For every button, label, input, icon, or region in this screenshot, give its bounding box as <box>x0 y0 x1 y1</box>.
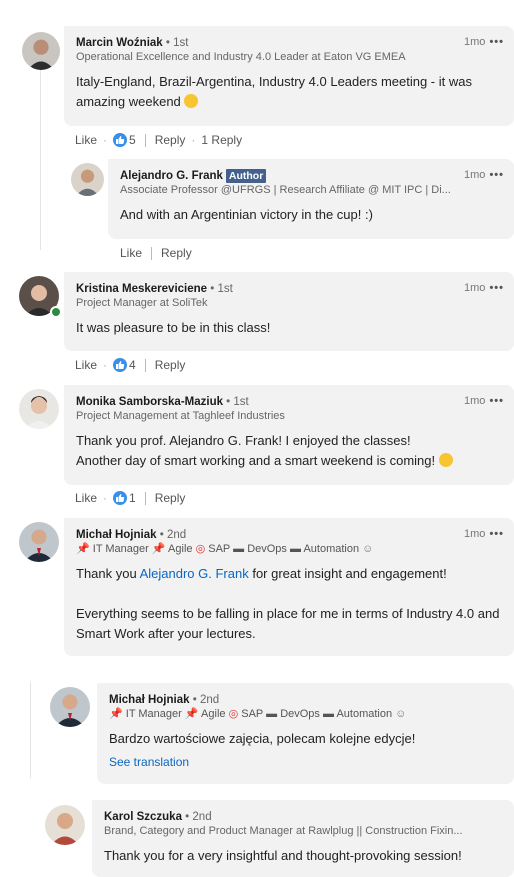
comment-time: 1mo ••• <box>464 528 504 540</box>
laptop-icon: ▬ <box>323 708 334 720</box>
avatar[interactable] <box>22 32 60 70</box>
like-button[interactable]: Like <box>120 246 142 260</box>
target-icon: ◎ <box>228 708 239 720</box>
pushpin-icon: 📌 <box>109 708 123 720</box>
comment-bubble: Alejandro G. Frank Author Associate Profe… <box>108 159 514 239</box>
commenter-headline: Project Management at Taghleef Industrie… <box>76 410 285 422</box>
like-reaction-icon <box>113 133 128 147</box>
comment-text: Thank you Alejandro G. Frank for great i… <box>76 566 500 641</box>
reaction-count[interactable]: 1 <box>113 491 136 505</box>
comment-text: Thank you prof. Alejandro G. Frank! I en… <box>76 431 502 471</box>
reply-button[interactable]: Reply <box>155 358 186 372</box>
commenter-name[interactable]: Michał Hojniak • 2nd <box>109 693 502 707</box>
commenter-name[interactable]: Monika Samborska-Maziuk • 1st <box>76 395 502 409</box>
like-button[interactable]: Like <box>75 491 97 505</box>
replies-count-link[interactable]: 1 Reply <box>201 133 242 147</box>
laptop-icon: ▬ <box>233 543 245 555</box>
target-icon: ◎ <box>195 543 206 555</box>
robot-icon: ☺ <box>362 543 374 555</box>
comment-time: 1mo ••• <box>464 282 504 294</box>
commenter-name[interactable]: Kristina Meskereviciene • 1st <box>76 282 502 296</box>
comment-bubble: Michał Hojniak • 2nd 📌 IT Manager 📌 Agil… <box>64 518 514 656</box>
comment-actions: Like · 5 Reply · 1 Reply <box>75 133 243 147</box>
comment-bubble: Marcin Woźniak • 1st Operational Excelle… <box>64 26 514 126</box>
comment-actions: Like Reply <box>120 246 192 260</box>
commenter-headline: 📌 IT Manager 📌 Agile ◎ SAP ▬ DevOps ▬ Au… <box>76 543 374 555</box>
see-translation-link[interactable]: See translation <box>109 755 502 769</box>
commenter-name[interactable]: Marcin Woźniak • 1st <box>76 36 502 50</box>
reply-button[interactable]: Reply <box>155 491 186 505</box>
comment-text: Thank you for a very insightful and thou… <box>104 848 462 863</box>
commenter-headline: Project Manager at SoliTek <box>76 297 208 309</box>
grin-emoji-icon <box>438 453 453 467</box>
comment-time: 1mo ••• <box>464 169 504 181</box>
avatar[interactable] <box>71 163 104 196</box>
comment-text: It was pleasure to be in this class! <box>76 320 271 335</box>
commenter-headline: 📌 IT Manager 📌 Agile ◎ SAP ▬ DevOps ▬ Au… <box>109 708 407 720</box>
like-button[interactable]: Like <box>75 133 97 147</box>
comment-time: 1mo ••• <box>464 395 504 407</box>
reply-button[interactable]: Reply <box>161 246 192 260</box>
commenter-name[interactable]: Karol Szczuka • 2nd <box>104 810 502 824</box>
online-status-icon <box>50 306 62 318</box>
smile-emoji-icon <box>184 94 199 108</box>
comment-bubble: Michał Hojniak • 2nd 📌 IT Manager 📌 Agil… <box>97 683 514 784</box>
comment-text: Italy-England, Brazil-Argentina, Industr… <box>76 74 472 109</box>
commenter-headline: Associate Professor @UFRGS | Research Af… <box>120 184 451 196</box>
comment-actions: Like · 4 Reply <box>75 358 186 372</box>
like-button[interactable]: Like <box>75 358 97 372</box>
laptop-icon: ▬ <box>266 708 278 720</box>
ellipsis-icon[interactable]: ••• <box>489 169 504 181</box>
avatar[interactable] <box>45 805 85 845</box>
reply-button[interactable]: Reply <box>155 133 186 147</box>
like-reaction-icon <box>113 358 128 372</box>
pushpin-icon: 📌 <box>76 543 90 555</box>
commenter-name[interactable]: Michał Hojniak • 2nd <box>76 528 502 542</box>
comment-text: And with an Argentinian victory in the c… <box>120 207 373 222</box>
ellipsis-icon[interactable]: ••• <box>489 395 504 407</box>
author-badge: Author <box>225 169 267 183</box>
laptop-icon: ▬ <box>290 543 301 555</box>
comment-text: Bardzo wartościowe zajęcia, polecam kole… <box>109 731 416 746</box>
robot-icon: ☺ <box>395 708 407 720</box>
pushpin-icon: 📌 <box>151 543 166 555</box>
comment-time: 1mo ••• <box>464 36 504 48</box>
mention-link[interactable]: Alejandro G. Frank <box>140 566 249 581</box>
avatar[interactable] <box>19 522 59 562</box>
commenter-headline: Brand, Category and Product Manager at R… <box>104 825 463 837</box>
commenter-headline: Operational Excellence and Industry 4.0 … <box>76 51 406 63</box>
reaction-count[interactable]: 5 <box>113 133 136 147</box>
comment-bubble: Kristina Meskereviciene • 1st Project Ma… <box>64 272 514 351</box>
ellipsis-icon[interactable]: ••• <box>489 282 504 294</box>
ellipsis-icon[interactable]: ••• <box>489 528 504 540</box>
comment-actions: Like · 1 Reply <box>75 491 186 505</box>
reaction-count[interactable]: 4 <box>113 358 136 372</box>
pushpin-icon: 📌 <box>184 708 199 720</box>
avatar[interactable] <box>50 687 90 727</box>
comment-bubble: Monika Samborska-Maziuk • 1st Project Ma… <box>64 385 514 485</box>
commenter-name[interactable]: Alejandro G. Frank Author <box>120 169 502 183</box>
ellipsis-icon[interactable]: ••• <box>489 36 504 48</box>
like-reaction-icon <box>113 491 128 505</box>
comment-bubble: Karol Szczuka • 2nd Brand, Category and … <box>92 800 514 877</box>
avatar[interactable] <box>19 389 59 429</box>
